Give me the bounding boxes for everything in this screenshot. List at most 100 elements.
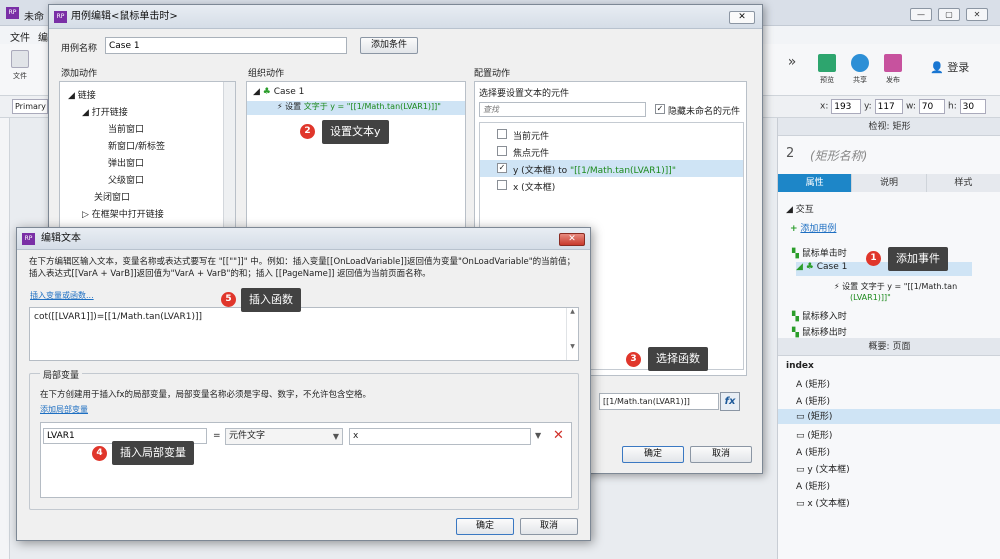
callout-badge: 4 [92, 446, 107, 461]
widget-checkbox[interactable] [497, 129, 507, 139]
tab-properties[interactable]: 属性 [778, 174, 853, 192]
widget-search-input[interactable] [479, 102, 646, 117]
action-tree-new-window[interactable]: 新窗口/新标签 [108, 139, 165, 152]
app-title: 未命 [24, 12, 44, 23]
h-input[interactable] [959, 99, 986, 114]
action-tree-label: 链接 [77, 91, 96, 101]
action-tree-popup[interactable]: 弹出窗口 [108, 156, 144, 169]
tab-notes[interactable]: 说明 [852, 174, 927, 192]
w-coord-label: w: [906, 101, 916, 112]
event-mouse-enter[interactable]: ▚ 鼠标移入时 [792, 309, 847, 322]
outline-item[interactable]: A (矩形) [796, 445, 830, 458]
value-expression-field[interactable]: [[1/Math.tan(LVAR1)]] [599, 393, 719, 410]
widget-y: y (文本框) to "[[1/Math.tan(LVAR1)]]" [513, 163, 676, 176]
action-tree-parent-window[interactable]: 父级窗口 [108, 173, 144, 186]
event-click[interactable]: ▚ 鼠标单击时 [792, 246, 847, 259]
widget-checkbox-checked[interactable]: ✓ [497, 163, 507, 173]
more-icon[interactable]: » [782, 54, 802, 70]
organize-action-row[interactable]: ⚡ 设置 文字于 y = "[[1/Math.tan(LVAR1)]]" [247, 101, 465, 115]
outline-item-selected[interactable]: ▭ (矩形) [778, 409, 1000, 424]
menu-edit[interactable]: 编 [38, 29, 48, 44]
inspector-header: 检视: 矩形 [778, 118, 1000, 136]
callout-set-text-y: 设置文本y [322, 120, 389, 144]
organize-action-title: 组织动作 [248, 69, 285, 79]
outline-item-label: (矩形) [807, 412, 833, 422]
outline-item-label: x (文本框) [807, 499, 850, 509]
share-button[interactable]: 共享 [847, 54, 873, 85]
case-name-label: 用例名称 [61, 44, 98, 54]
lightning-icon: ⚡ [834, 282, 840, 291]
shape-name[interactable]: (矩形名称) [810, 147, 867, 164]
publish-button[interactable]: 发布 [878, 54, 908, 85]
case-name-input[interactable] [105, 37, 347, 54]
dialog-logo-icon: RP [22, 233, 35, 245]
organize-action-prefix: 设置 [285, 102, 302, 111]
outline-item[interactable]: A (矩形) [796, 394, 830, 407]
close-icon[interactable]: ✕ [559, 233, 585, 246]
interaction-section[interactable]: ◢ 交互 [786, 202, 814, 215]
tab-style[interactable]: 样式 [926, 174, 1000, 192]
hide-unnamed-checkbox[interactable]: ✓ [655, 104, 665, 114]
fx-button[interactable]: fx [720, 392, 740, 411]
widget-focused: 焦点元件 [513, 149, 550, 159]
minimize-button[interactable]: — [910, 8, 932, 21]
editor-text: cot([[LVAR1]])=[[1/Math.tan(LVAR1)]] [34, 312, 203, 322]
widget-current: 当前元件 [513, 132, 550, 142]
local-variable-type-select[interactable]: 元件文字 ▼ [225, 428, 343, 445]
style-select[interactable]: Primary [12, 99, 48, 114]
add-condition-button[interactable]: 添加条件 [360, 37, 418, 54]
editor-scrollbar[interactable]: ▲ ▼ [566, 308, 578, 360]
outline-item[interactable]: ▭ (矩形) [796, 428, 832, 441]
event-click-label: 鼠标单击时 [801, 249, 847, 259]
insert-variable-link[interactable]: 插入变量或函数... [30, 290, 94, 301]
add-case-link[interactable]: + 添加用例 [790, 221, 836, 234]
delete-icon[interactable]: ✕ [553, 428, 564, 443]
login-button[interactable]: 👤 登录 [930, 59, 969, 75]
action-tree-current-window[interactable]: 当前窗口 [108, 122, 144, 135]
action-tree-open-link[interactable]: ◢ 打开链接 [82, 105, 128, 118]
case-icon: ◢ ♣ [796, 262, 814, 272]
local-variable-target-select[interactable]: x [349, 428, 531, 445]
maximize-button[interactable]: ▢ [938, 8, 960, 21]
action-tree-close-window[interactable]: 关闭窗口 [94, 190, 130, 203]
action-tree-frame-link[interactable]: ▷ 在框架中打开链接 [82, 207, 164, 220]
dropdown-arrow-icon[interactable]: ▼ [535, 431, 541, 440]
add-local-variable-link[interactable]: 添加局部变量 [40, 404, 88, 415]
widget-checkbox[interactable] [497, 180, 507, 190]
case-cancel-button[interactable]: 取消 [690, 446, 752, 463]
organize-action-label: 文字于 y = "[[1/Math.tan(LVAR1)]]" [303, 102, 441, 111]
y-input[interactable] [874, 99, 903, 114]
dropdown-arrow-icon: ▼ [332, 432, 339, 441]
close-icon[interactable]: ✕ [729, 11, 755, 24]
edit-text-ok-button[interactable]: 确定 [456, 518, 514, 535]
outline-root[interactable]: index [786, 361, 814, 371]
toolbar-file[interactable]: 文件 [8, 50, 32, 81]
organize-case-row[interactable]: ◢ ♣ Case 1 [253, 87, 304, 97]
x-coord-label: x: [820, 101, 829, 112]
preview-button[interactable]: 预览 [814, 54, 840, 85]
close-window-button[interactable]: ✕ [966, 8, 988, 21]
event-mouse-leave[interactable]: ▚ 鼠标移出时 [792, 325, 847, 338]
widget-checkbox[interactable] [497, 146, 507, 156]
widget-y-suffix: to [555, 166, 570, 176]
scrollbar[interactable] [223, 82, 235, 228]
outline-item[interactable]: ▭ x (文本框) [796, 496, 850, 509]
case-action[interactable]: ⚡ 设置 文字于 y = "[[1/Math.tan [834, 281, 957, 292]
configure-action-title: 配置动作 [474, 69, 511, 79]
add-action-panel: ◢ 链接 ◢ 打开链接 当前窗口 新窗口/新标签 弹出窗口 父级窗口 关闭窗口 … [59, 81, 236, 229]
w-input[interactable] [918, 99, 945, 114]
action-tree-link[interactable]: ◢ 链接 [68, 88, 96, 101]
case-editor-titlebar: RP 用例编辑<鼠标单击时> ✕ [49, 5, 762, 29]
text-editor-area[interactable]: cot([[LVAR1]])=[[1/Math.tan(LVAR1)]] ▲ ▼ [29, 307, 579, 361]
callout-add-event: 添加事件 [888, 247, 948, 271]
case-ok-button[interactable]: 确定 [622, 446, 684, 463]
edit-text-cancel-button[interactable]: 取消 [520, 518, 578, 535]
menu-file[interactable]: 文件 [10, 29, 30, 44]
outline-item[interactable]: A (矩形) [796, 479, 830, 492]
x-input[interactable] [831, 99, 862, 114]
outline-item[interactable]: ▭ y (文本框) [796, 462, 850, 475]
outline-item[interactable]: A (矩形) [796, 377, 830, 390]
publish-icon [884, 54, 902, 72]
event-leave-icon: ▚ [792, 328, 799, 338]
edit-text-titlebar: RP 编辑文本 ✕ [17, 228, 590, 250]
